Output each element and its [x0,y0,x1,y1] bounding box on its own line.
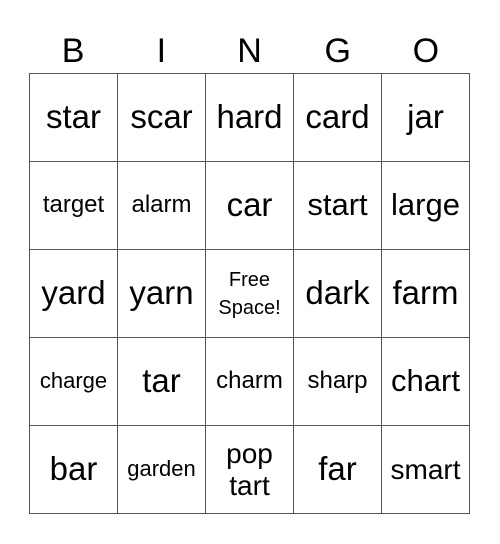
bingo-cell[interactable]: farm [382,250,470,338]
bingo-cell[interactable]: scar [118,74,206,162]
bingo-cell[interactable]: hard [206,74,294,162]
header-letter-b: B [61,32,85,70]
bingo-cell[interactable]: garden [118,426,206,514]
bingo-cell[interactable]: pop tart [206,426,294,514]
header-letter-o: O [412,32,440,70]
bingo-cell[interactable]: jar [382,74,470,162]
bingo-cell[interactable]: large [382,162,470,250]
bingo-cell[interactable]: yarn [118,250,206,338]
bingo-cell[interactable]: sharp [294,338,382,426]
bingo-cell[interactable]: star [30,74,118,162]
header-letter-g: G [324,32,351,70]
bingo-cell[interactable]: tar [118,338,206,426]
bingo-cell[interactable]: dark [294,250,382,338]
bingo-cell[interactable]: alarm [118,162,206,250]
bingo-header: B I N G O [29,30,470,72]
header-letter-i: I [156,32,167,70]
free-space-cell[interactable]: Free Space! [206,250,294,338]
bingo-cell[interactable]: yard [30,250,118,338]
bingo-cell[interactable]: start [294,162,382,250]
header-letter-n: N [237,32,262,70]
bingo-grid: star scar hard card jar target alarm car… [29,73,470,514]
bingo-cell[interactable]: bar [30,426,118,514]
bingo-cell[interactable]: far [294,426,382,514]
bingo-cell[interactable]: charge [30,338,118,426]
bingo-cell[interactable]: charm [206,338,294,426]
bingo-cell[interactable]: car [206,162,294,250]
bingo-cell[interactable]: chart [382,338,470,426]
bingo-cell[interactable]: target [30,162,118,250]
bingo-cell[interactable]: smart [382,426,470,514]
bingo-cell[interactable]: card [294,74,382,162]
